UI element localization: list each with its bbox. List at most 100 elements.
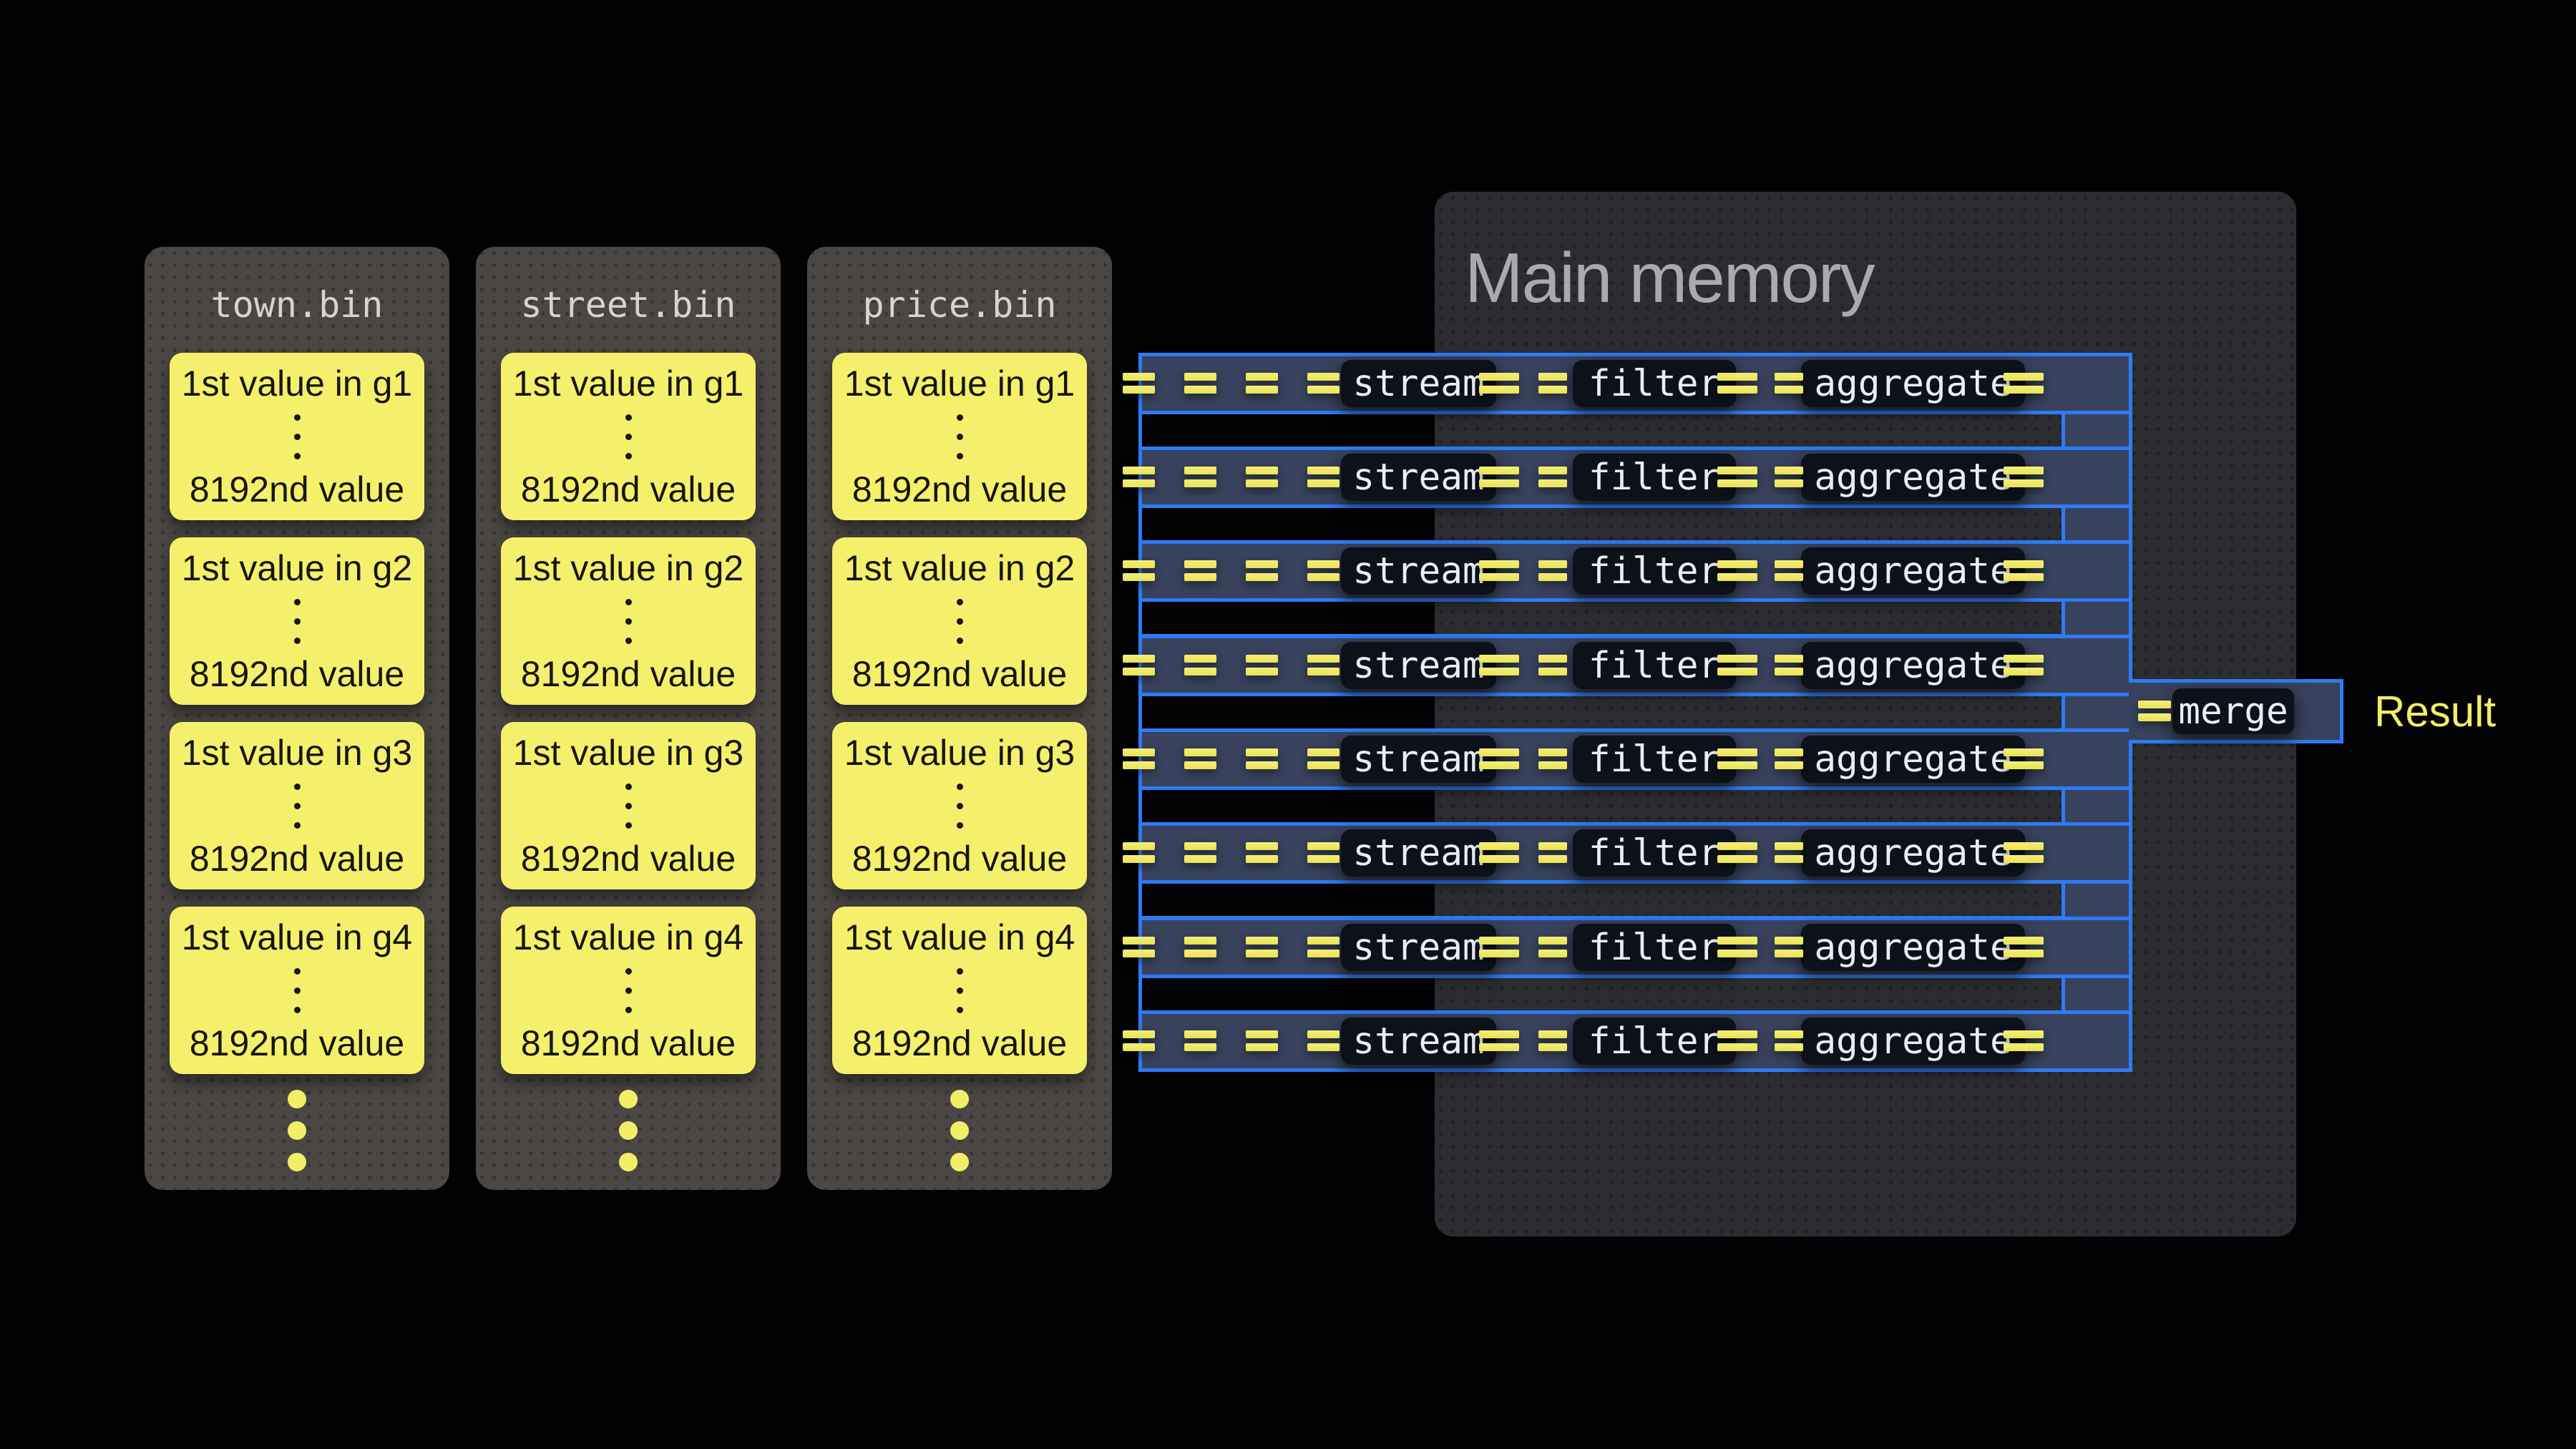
data-chunk-icon <box>1479 937 1519 957</box>
data-chunk-icon <box>1246 373 1278 394</box>
data-chunk-icon <box>1307 937 1340 957</box>
merge-band: merge <box>2129 679 2343 743</box>
aggregate-operator: aggregate <box>1801 924 2025 971</box>
data-chunk-icon <box>1184 655 1216 675</box>
data-chunk-icon <box>1717 655 1757 675</box>
more-groups-ellipsis-icon <box>476 1090 781 1171</box>
aggregate-operator: aggregate <box>1801 829 2025 877</box>
filter-operator: filter <box>1573 642 1736 689</box>
vertical-ellipsis-icon <box>625 414 632 459</box>
memory-buffer-connector <box>1138 975 2065 1014</box>
data-chunk-icon <box>1184 373 1216 394</box>
data-chunk-icon <box>2004 748 2044 769</box>
data-chunk-icon <box>1775 842 1803 863</box>
memory-buffer-connector <box>1138 504 2065 544</box>
aggregate-operator: aggregate <box>1801 736 2025 783</box>
filter-operator: filter <box>1573 1018 1736 1065</box>
data-chunk-icon <box>2004 842 2044 863</box>
data-chunk-icon <box>1246 655 1278 675</box>
data-chunk-icon <box>1246 1030 1278 1051</box>
data-chunk-icon <box>2004 560 2044 581</box>
group-box-g4: 1st value in g4 8192nd value <box>832 907 1087 1074</box>
memory-buffer-connector <box>1138 880 2065 919</box>
data-chunk-icon <box>1717 748 1757 769</box>
data-chunk-icon <box>1184 842 1216 863</box>
data-chunk-icon <box>1717 560 1757 581</box>
stream-operator: stream <box>1341 829 1496 877</box>
data-chunk-icon <box>1246 467 1278 487</box>
memory-buffer-connector <box>1138 598 2065 638</box>
group-box-g1: 1st value in g1 8192nd value <box>832 353 1087 520</box>
group-box-g3: 1st value in g3 8192nd value <box>170 722 424 889</box>
group-first-label: 1st value in g2 <box>513 547 743 589</box>
data-chunk-icon <box>1184 467 1216 487</box>
pipeline-row-8: stream filter aggregate <box>1138 1010 2132 1072</box>
data-chunk-icon <box>1123 937 1155 957</box>
filter-operator: filter <box>1573 360 1736 407</box>
stream-operator: stream <box>1341 642 1496 689</box>
data-chunk-icon <box>1538 748 1567 769</box>
aggregate-operator: aggregate <box>1801 1018 2025 1065</box>
file-name-price: price.bin <box>807 284 1112 326</box>
group-last-label: 8192nd value <box>521 469 736 510</box>
filter-operator: filter <box>1573 736 1736 783</box>
data-chunk-icon <box>1479 467 1519 487</box>
group-box-g2: 1st value in g2 8192nd value <box>501 537 756 705</box>
filter-operator: filter <box>1573 454 1736 501</box>
data-chunk-icon <box>1775 467 1803 487</box>
memory-buffer-connector <box>1138 693 2065 732</box>
data-chunk-icon <box>1717 467 1757 487</box>
data-chunk-icon <box>1538 655 1567 675</box>
merge-operator: merge <box>2172 688 2294 734</box>
group-list: 1st value in g1 8192nd value 1st value i… <box>501 353 756 1074</box>
group-last-label: 8192nd value <box>852 653 1067 695</box>
data-chunk-icon <box>1717 842 1757 863</box>
file-name-town: town.bin <box>145 284 449 326</box>
data-chunk-icon <box>1479 748 1519 769</box>
vertical-ellipsis-icon <box>294 784 301 829</box>
vertical-ellipsis-icon <box>294 599 301 644</box>
more-groups-ellipsis-icon <box>145 1090 449 1171</box>
data-chunk-icon <box>1775 560 1803 581</box>
data-chunk-icon <box>1184 560 1216 581</box>
data-chunk-icon <box>1123 842 1155 863</box>
group-last-label: 8192nd value <box>521 653 736 695</box>
data-chunk-icon <box>1479 655 1519 675</box>
group-box-g1: 1st value in g1 8192nd value <box>170 353 424 520</box>
stream-operator: stream <box>1341 360 1496 407</box>
memory-buffer-connector <box>1138 411 2065 450</box>
group-first-label: 1st value in g3 <box>182 732 412 774</box>
data-chunk-icon <box>1184 748 1216 769</box>
stream-operator: stream <box>1341 454 1496 501</box>
data-chunk-icon <box>1717 373 1757 394</box>
group-first-label: 1st value in g4 <box>182 917 412 958</box>
group-last-label: 8192nd value <box>521 838 736 879</box>
data-chunk-icon <box>1246 842 1278 863</box>
data-chunk-icon <box>1123 1030 1155 1051</box>
data-chunk-icon <box>2004 937 2044 957</box>
group-box-g2: 1st value in g2 8192nd value <box>170 537 424 705</box>
data-chunk-icon <box>1479 373 1519 394</box>
result-label: Result <box>2374 679 2496 743</box>
pipeline-row-3: stream filter aggregate <box>1138 540 2132 602</box>
data-chunk-icon <box>1307 1030 1340 1051</box>
data-chunk-icon <box>1123 655 1155 675</box>
pipeline-row-7: stream filter aggregate <box>1138 917 2132 978</box>
data-chunk-icon <box>1123 373 1155 394</box>
data-chunk-icon <box>1479 842 1519 863</box>
data-chunk-icon <box>1717 937 1757 957</box>
aggregate-operator: aggregate <box>1801 360 2025 407</box>
file-panel-price: price.bin 1st value in g1 8192nd value 1… <box>807 247 1112 1190</box>
data-chunk-icon <box>2004 655 2044 675</box>
memory-buffer-connector <box>1138 786 2065 826</box>
group-last-label: 8192nd value <box>852 1023 1067 1064</box>
data-chunk-icon <box>1717 1030 1757 1051</box>
vertical-ellipsis-icon <box>625 599 632 644</box>
filter-operator: filter <box>1573 547 1736 595</box>
vertical-ellipsis-icon <box>957 784 963 829</box>
data-chunk-icon <box>1538 467 1567 487</box>
vertical-ellipsis-icon <box>294 414 301 459</box>
data-chunk-icon <box>1123 748 1155 769</box>
group-first-label: 1st value in g1 <box>182 363 412 404</box>
data-chunk-icon <box>1184 937 1216 957</box>
